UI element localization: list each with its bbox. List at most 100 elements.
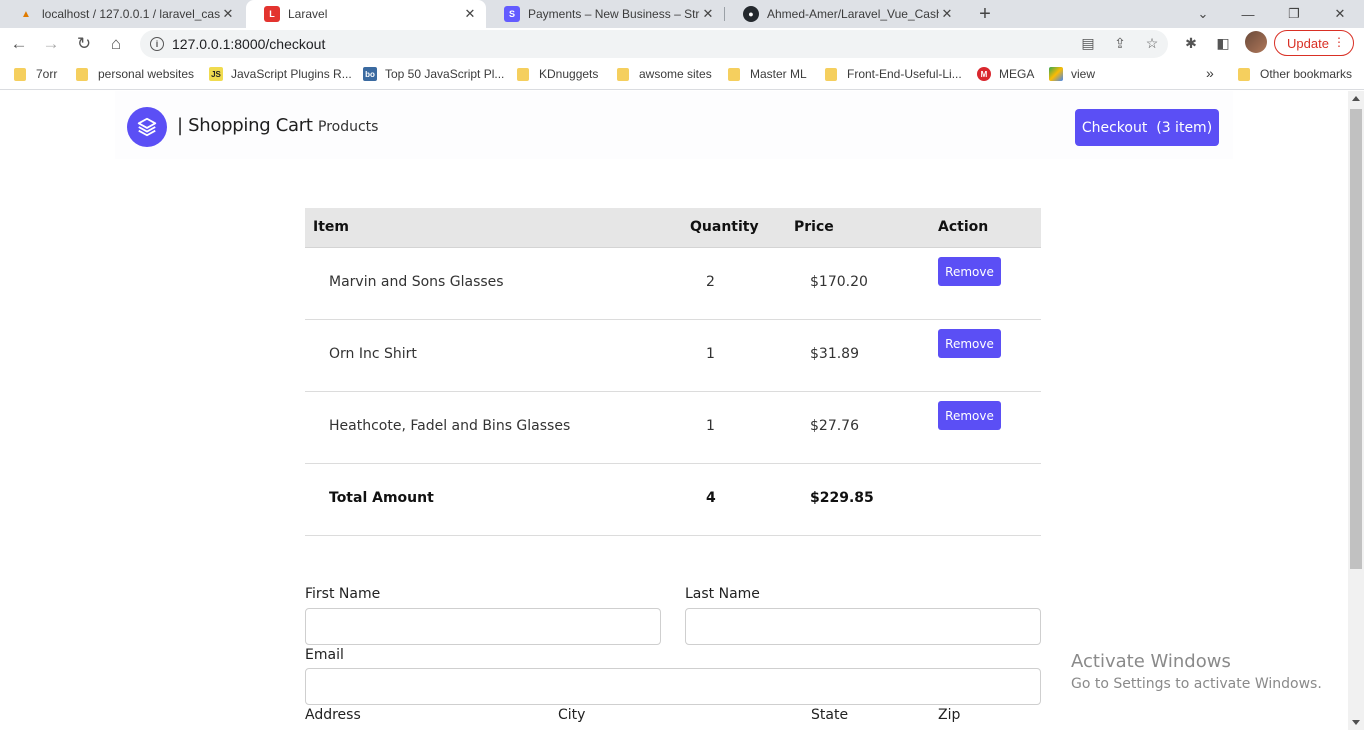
total-quantity: 4 — [706, 490, 716, 506]
share-icon[interactable]: ⇪ — [1112, 35, 1128, 51]
bookmark-label: Top 50 JavaScript Pl... — [385, 67, 505, 81]
bookmark-item[interactable]: Master ML — [728, 67, 807, 81]
bookmark-label: 7orr — [36, 67, 58, 81]
watermark-title: Activate Windows — [1071, 651, 1231, 672]
tab-phpmyadmin[interactable]: ▲ localhost / 127.0.0.1 / laravel_cas ✕ — [0, 0, 244, 28]
laravel-icon: L — [264, 6, 280, 22]
address-bar[interactable]: i 127.0.0.1:8000/checkout — [140, 30, 1168, 58]
bookmark-star-icon[interactable]: ☆ — [1144, 35, 1160, 51]
scrollbar-thumb[interactable] — [1350, 109, 1362, 569]
item-quantity: 1 — [706, 418, 715, 434]
profile-avatar[interactable] — [1245, 31, 1267, 53]
item-price: $27.76 — [810, 418, 859, 434]
url-text: 127.0.0.1:8000/checkout — [172, 36, 326, 52]
email-field[interactable] — [305, 668, 1041, 705]
bookmark-item[interactable]: KDnuggets — [517, 67, 598, 81]
bookmark-item[interactable]: personal websites — [76, 67, 194, 81]
item-price: $170.20 — [810, 274, 868, 290]
close-window-icon[interactable]: ✕ — [1320, 0, 1360, 28]
bookmark-label: Front-End-Useful-Li... — [847, 67, 962, 81]
tab-github[interactable]: ● Ahmed-Amer/Laravel_Vue_Cashi ✕ — [725, 0, 963, 28]
close-icon[interactable]: ✕ — [700, 6, 716, 22]
folder-icon — [617, 67, 629, 81]
reload-icon[interactable]: ↻ — [70, 30, 98, 58]
side-panel-icon[interactable]: ◧ — [1214, 34, 1232, 52]
stripe-icon: S — [504, 6, 520, 22]
bookmark-item[interactable]: JS JavaScript Plugins R... — [209, 67, 352, 81]
city-label: City — [558, 707, 586, 723]
first-name-field[interactable] — [305, 608, 661, 645]
close-icon[interactable]: ✕ — [939, 6, 955, 22]
address-label: Address — [305, 707, 361, 723]
folder-icon — [1238, 67, 1250, 81]
total-label: Total Amount — [329, 490, 434, 506]
bo-icon: bo — [363, 67, 377, 81]
drive-icon — [1049, 67, 1063, 81]
folder-icon — [14, 67, 26, 81]
forward-icon[interactable]: → — [37, 30, 65, 58]
bookmark-item[interactable]: Front-End-Useful-Li... — [825, 67, 962, 81]
bookmark-label: Master ML — [750, 67, 807, 81]
layers-logo-icon[interactable] — [127, 107, 167, 147]
total-row: Total Amount 4 $229.85 — [305, 464, 1041, 536]
column-header-price: Price — [794, 219, 834, 235]
bookmarks-overflow-icon[interactable]: » — [1206, 65, 1214, 81]
page-viewport: | Shopping Cart Products Checkout (3 ite… — [0, 91, 1348, 730]
item-name: Heathcote, Fadel and Bins Glasses — [329, 418, 571, 434]
bookmark-label: Other bookmarks — [1260, 67, 1353, 81]
menu-dots-icon: ⋮ — [1333, 35, 1345, 49]
bookmark-item[interactable]: M MEGA — [977, 67, 1034, 81]
bookmark-label: JavaScript Plugins R... — [231, 67, 352, 81]
state-label: State — [811, 707, 849, 723]
extensions-icon[interactable]: ✱ — [1182, 34, 1200, 52]
home-icon[interactable]: ⌂ — [102, 30, 130, 58]
folder-icon — [76, 67, 88, 81]
remove-button[interactable]: Remove — [938, 401, 1001, 430]
total-price: $229.85 — [810, 490, 874, 506]
tab-title: Laravel — [288, 7, 328, 21]
tab-stripe[interactable]: S Payments – New Business – Strip ✕ — [486, 0, 724, 28]
tab-search-icon[interactable]: ⌄ — [1183, 0, 1223, 28]
nav-products-link[interactable]: Products — [318, 119, 378, 135]
watermark-subtitle: Go to Settings to activate Windows. — [1071, 676, 1322, 692]
first-name-label: First Name — [305, 586, 381, 602]
close-icon[interactable]: ✕ — [220, 6, 236, 22]
bookmark-label: personal websites — [98, 67, 195, 81]
bookmark-item[interactable]: bo Top 50 JavaScript Pl... — [363, 67, 504, 81]
table-row: Heathcote, Fadel and Bins Glasses 1 $27.… — [305, 392, 1041, 464]
github-icon: ● — [743, 6, 759, 22]
tab-strip: ▲ localhost / 127.0.0.1 / laravel_cas ✕ … — [0, 0, 1364, 28]
bookmark-item[interactable]: awsome sites — [617, 67, 712, 81]
close-icon[interactable]: ✕ — [462, 6, 478, 22]
bookmark-label: KDnuggets — [539, 67, 599, 81]
reader-mode-icon[interactable]: ▤ — [1080, 35, 1096, 51]
bookmark-item[interactable]: 7orr — [14, 67, 57, 81]
email-label: Email — [305, 647, 344, 663]
bookmark-item[interactable]: view — [1049, 67, 1095, 81]
remove-button[interactable]: Remove — [938, 257, 1001, 286]
scroll-up-icon[interactable] — [1352, 96, 1360, 101]
last-name-field[interactable] — [685, 608, 1041, 645]
tab-title: Ahmed-Amer/Laravel_Vue_Cashi — [767, 7, 939, 21]
restore-icon[interactable]: ❐ — [1274, 0, 1314, 28]
brand-title[interactable]: | Shopping Cart — [177, 115, 313, 136]
table-row: Orn Inc Shirt 1 $31.89 Remove — [305, 320, 1041, 392]
item-price: $31.89 — [810, 346, 859, 362]
bookmark-label: awsome sites — [639, 67, 712, 81]
checkout-button[interactable]: Checkout (3 item) — [1075, 109, 1219, 146]
bookmark-label: MEGA — [999, 67, 1035, 81]
tab-title: localhost / 127.0.0.1 / laravel_cas — [42, 7, 220, 21]
remove-button[interactable]: Remove — [938, 329, 1001, 358]
scroll-down-icon[interactable] — [1352, 720, 1360, 725]
js-icon: JS — [209, 67, 223, 81]
new-tab-button[interactable]: + — [975, 0, 995, 28]
item-quantity: 2 — [706, 274, 715, 290]
column-header-item: Item — [313, 219, 349, 235]
site-info-icon[interactable]: i — [150, 37, 164, 51]
minimize-icon[interactable]: — — [1228, 0, 1268, 28]
page-scrollbar[interactable] — [1348, 91, 1364, 730]
update-button[interactable]: Update ⋮ — [1274, 30, 1354, 56]
back-icon[interactable]: ← — [5, 30, 33, 58]
tab-laravel[interactable]: L Laravel ✕ — [246, 0, 486, 28]
other-bookmarks[interactable]: Other bookmarks — [1238, 67, 1352, 81]
